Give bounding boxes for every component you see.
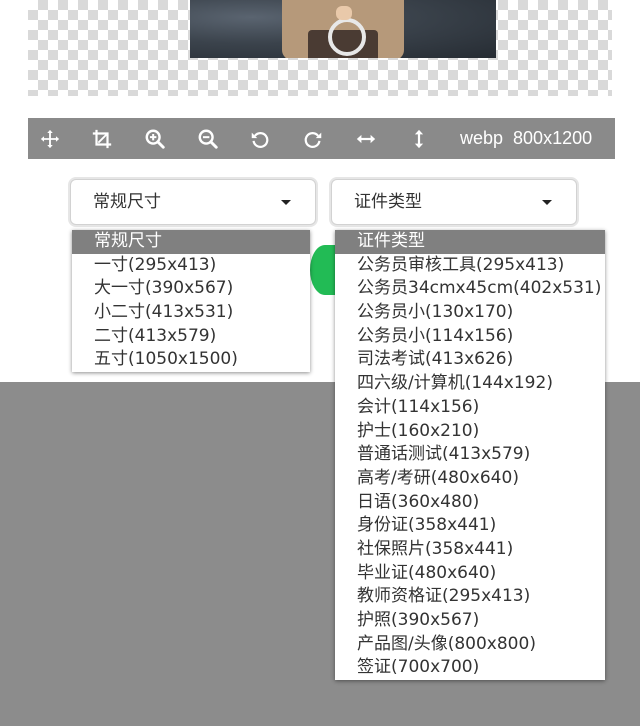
move-button[interactable] (28, 118, 72, 159)
image-format: webp (460, 128, 504, 148)
type-option[interactable]: 证件类型 (335, 230, 605, 254)
type-option[interactable]: 护士(160x210) (335, 420, 605, 444)
crop-icon (92, 129, 112, 148)
size-option[interactable]: 五寸(1050x1500) (72, 348, 310, 372)
image-info: webp 800x1200 (460, 118, 592, 159)
type-option[interactable]: 公务员小(114x156) (335, 325, 605, 349)
type-option[interactable]: 毕业证(480x640) (335, 562, 605, 586)
flip-vertical-button[interactable] (397, 118, 441, 159)
image-dimensions: 800x1200 (513, 128, 593, 148)
flip-horizontal-button[interactable] (344, 118, 388, 159)
flip-vertical-icon (414, 129, 424, 148)
rotate-left-button[interactable] (238, 118, 282, 159)
zoom-in-icon (145, 129, 165, 149)
type-option[interactable]: 会计(114x156) (335, 396, 605, 420)
rotate-right-icon (304, 131, 322, 148)
zoom-out-button[interactable] (186, 118, 230, 159)
type-option[interactable]: 签证(700x700) (335, 656, 605, 680)
size-select[interactable]: 常规尺寸 (70, 179, 316, 225)
headphones-icon (328, 18, 366, 56)
chevron-down-icon (281, 200, 291, 205)
size-option[interactable]: 常规尺寸 (72, 230, 310, 254)
size-option[interactable]: 大一寸(390x567) (72, 277, 310, 301)
size-option[interactable]: 一寸(295x413) (72, 254, 310, 278)
type-option[interactable]: 产品图/头像(800x800) (335, 633, 605, 657)
zoom-out-icon (198, 129, 218, 149)
photo-preview[interactable] (190, 0, 496, 58)
type-option[interactable]: 高考/考研(480x640) (335, 467, 605, 491)
rotate-left-icon (251, 131, 269, 148)
type-option[interactable]: 教师资格证(295x413) (335, 585, 605, 609)
image-toolbar: webp 800x1200 (28, 118, 615, 159)
flip-horizontal-icon (356, 134, 376, 143)
crop-button[interactable] (80, 118, 124, 159)
type-option[interactable]: 公务员审核工具(295x413) (335, 254, 605, 278)
type-option[interactable]: 公务员34cmx45cm(402x531) (335, 277, 605, 301)
zoom-in-button[interactable] (133, 118, 177, 159)
chevron-down-icon (542, 200, 552, 205)
photo-hand (336, 6, 352, 20)
type-option[interactable]: 公务员小(130x170) (335, 301, 605, 325)
size-option[interactable]: 小二寸(413x531) (72, 301, 310, 325)
type-option[interactable]: 身份证(358x441) (335, 514, 605, 538)
size-option[interactable]: 二寸(413x579) (72, 325, 310, 349)
type-option[interactable]: 日语(360x480) (335, 491, 605, 515)
type-option[interactable]: 社保照片(358x441) (335, 538, 605, 562)
type-select[interactable]: 证件类型 (331, 179, 577, 225)
rotate-right-button[interactable] (291, 118, 335, 159)
type-option[interactable]: 护照(390x567) (335, 609, 605, 633)
move-icon (40, 129, 60, 148)
type-option[interactable]: 普通话测试(413x579) (335, 443, 605, 467)
size-options-list: 常规尺寸 一寸(295x413) 大一寸(390x567) 小二寸(413x53… (72, 230, 310, 373)
size-select-value: 常规尺寸 (93, 192, 161, 212)
type-options-list: 证件类型 公务员审核工具(295x413) 公务员34cmx45cm(402x5… (335, 230, 605, 681)
type-option[interactable]: 司法考试(413x626) (335, 348, 605, 372)
type-option[interactable]: 四六级/计算机(144x192) (335, 372, 605, 396)
type-select-value: 证件类型 (354, 192, 422, 212)
